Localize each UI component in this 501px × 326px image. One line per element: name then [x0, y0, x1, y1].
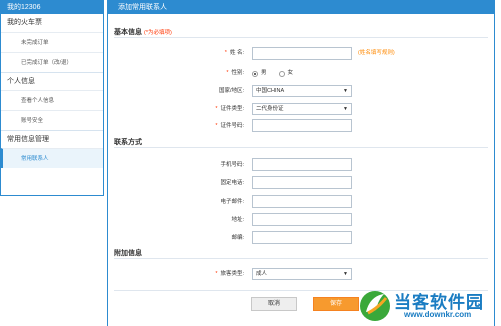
address-label: 地址:: [231, 217, 244, 223]
dropdown-arrow-icon: ▼: [343, 106, 348, 112]
sidebar-header: 我的12306: [1, 1, 103, 14]
sidebar-item-account-security[interactable]: 账号安全: [1, 110, 103, 130]
country-select[interactable]: 中国CHINA ▼: [252, 85, 352, 97]
sidebar: 我的12306 我的火车票 未完成订单 已完成订单（改/退） 个人信息 查看个人…: [0, 0, 104, 196]
sidebar-item-unfinished-orders[interactable]: 未完成订单: [1, 32, 103, 52]
gender-radio-group: 男 女: [252, 69, 305, 78]
sidebar-group-tickets[interactable]: 我的火车票: [1, 14, 103, 32]
zip-label: 邮编:: [231, 235, 244, 241]
save-button[interactable]: 保存: [313, 297, 359, 311]
phone-input[interactable]: [252, 176, 352, 189]
section-basic-info-title: 基本信息: [114, 29, 142, 36]
section-basic-info: 基本信息 (*为必填项): [114, 27, 172, 37]
watermark-url: www.downkr.com: [404, 310, 472, 319]
country-label: 国家/地区:: [218, 88, 244, 94]
sidebar-item-finished-orders[interactable]: 已完成订单（改/退）: [1, 52, 103, 72]
section-extra: 附加信息: [114, 250, 142, 257]
gender-option-female[interactable]: 女: [278, 69, 293, 78]
watermark-logo-icon: [360, 291, 390, 321]
name-rule-link[interactable]: (姓名填写规则): [358, 49, 395, 58]
gender-option-male[interactable]: 男: [252, 69, 267, 78]
radio-unchecked-icon[interactable]: [278, 70, 285, 77]
divider: [114, 258, 488, 259]
radio-checked-icon[interactable]: [252, 70, 258, 77]
divider: [114, 37, 488, 38]
sidebar-item-common-contacts[interactable]: 常用联系人: [1, 148, 103, 168]
mobile-label: 手机号码:: [220, 162, 244, 168]
dropdown-arrow-icon: ▼: [343, 88, 348, 94]
page-title: 添加常用联系人: [108, 1, 494, 14]
id-type-select[interactable]: 二代身份证 ▼: [252, 103, 352, 115]
name-label: * 姓 名:: [224, 50, 244, 56]
id-type-label: * 证件类型:: [215, 106, 244, 112]
address-input[interactable]: [252, 213, 352, 226]
dropdown-arrow-icon: ▼: [343, 271, 348, 277]
passenger-type-label: * 旅客类型:: [215, 271, 244, 277]
zip-input[interactable]: [252, 231, 352, 244]
passenger-type-select[interactable]: 成人 ▼: [252, 268, 352, 280]
required-note: (*为必填项): [144, 30, 172, 36]
id-number-label: * 证件号码:: [215, 123, 244, 129]
mobile-input[interactable]: [252, 158, 352, 171]
divider: [114, 147, 488, 148]
phone-label: 固定电话:: [220, 180, 244, 186]
section-contact: 联系方式: [114, 139, 142, 146]
main-panel: 添加常用联系人 基本信息 (*为必填项) * 姓 名: (姓名填写规则) * 性别: …: [107, 0, 495, 326]
gender-label: * 性别:: [226, 70, 244, 76]
email-label: 电子邮件:: [220, 199, 244, 205]
cancel-button[interactable]: 取消: [251, 297, 297, 311]
sidebar-group-personal-info[interactable]: 个人信息: [1, 72, 103, 90]
sidebar-item-view-personal-info[interactable]: 查看个人信息: [1, 90, 103, 110]
sidebar-group-common-info[interactable]: 常用信息管理: [1, 130, 103, 148]
watermark: 当客软件园 www.downkr.com: [356, 286, 501, 326]
id-number-input[interactable]: [252, 119, 352, 132]
name-input[interactable]: [252, 47, 352, 60]
email-input[interactable]: [252, 195, 352, 208]
